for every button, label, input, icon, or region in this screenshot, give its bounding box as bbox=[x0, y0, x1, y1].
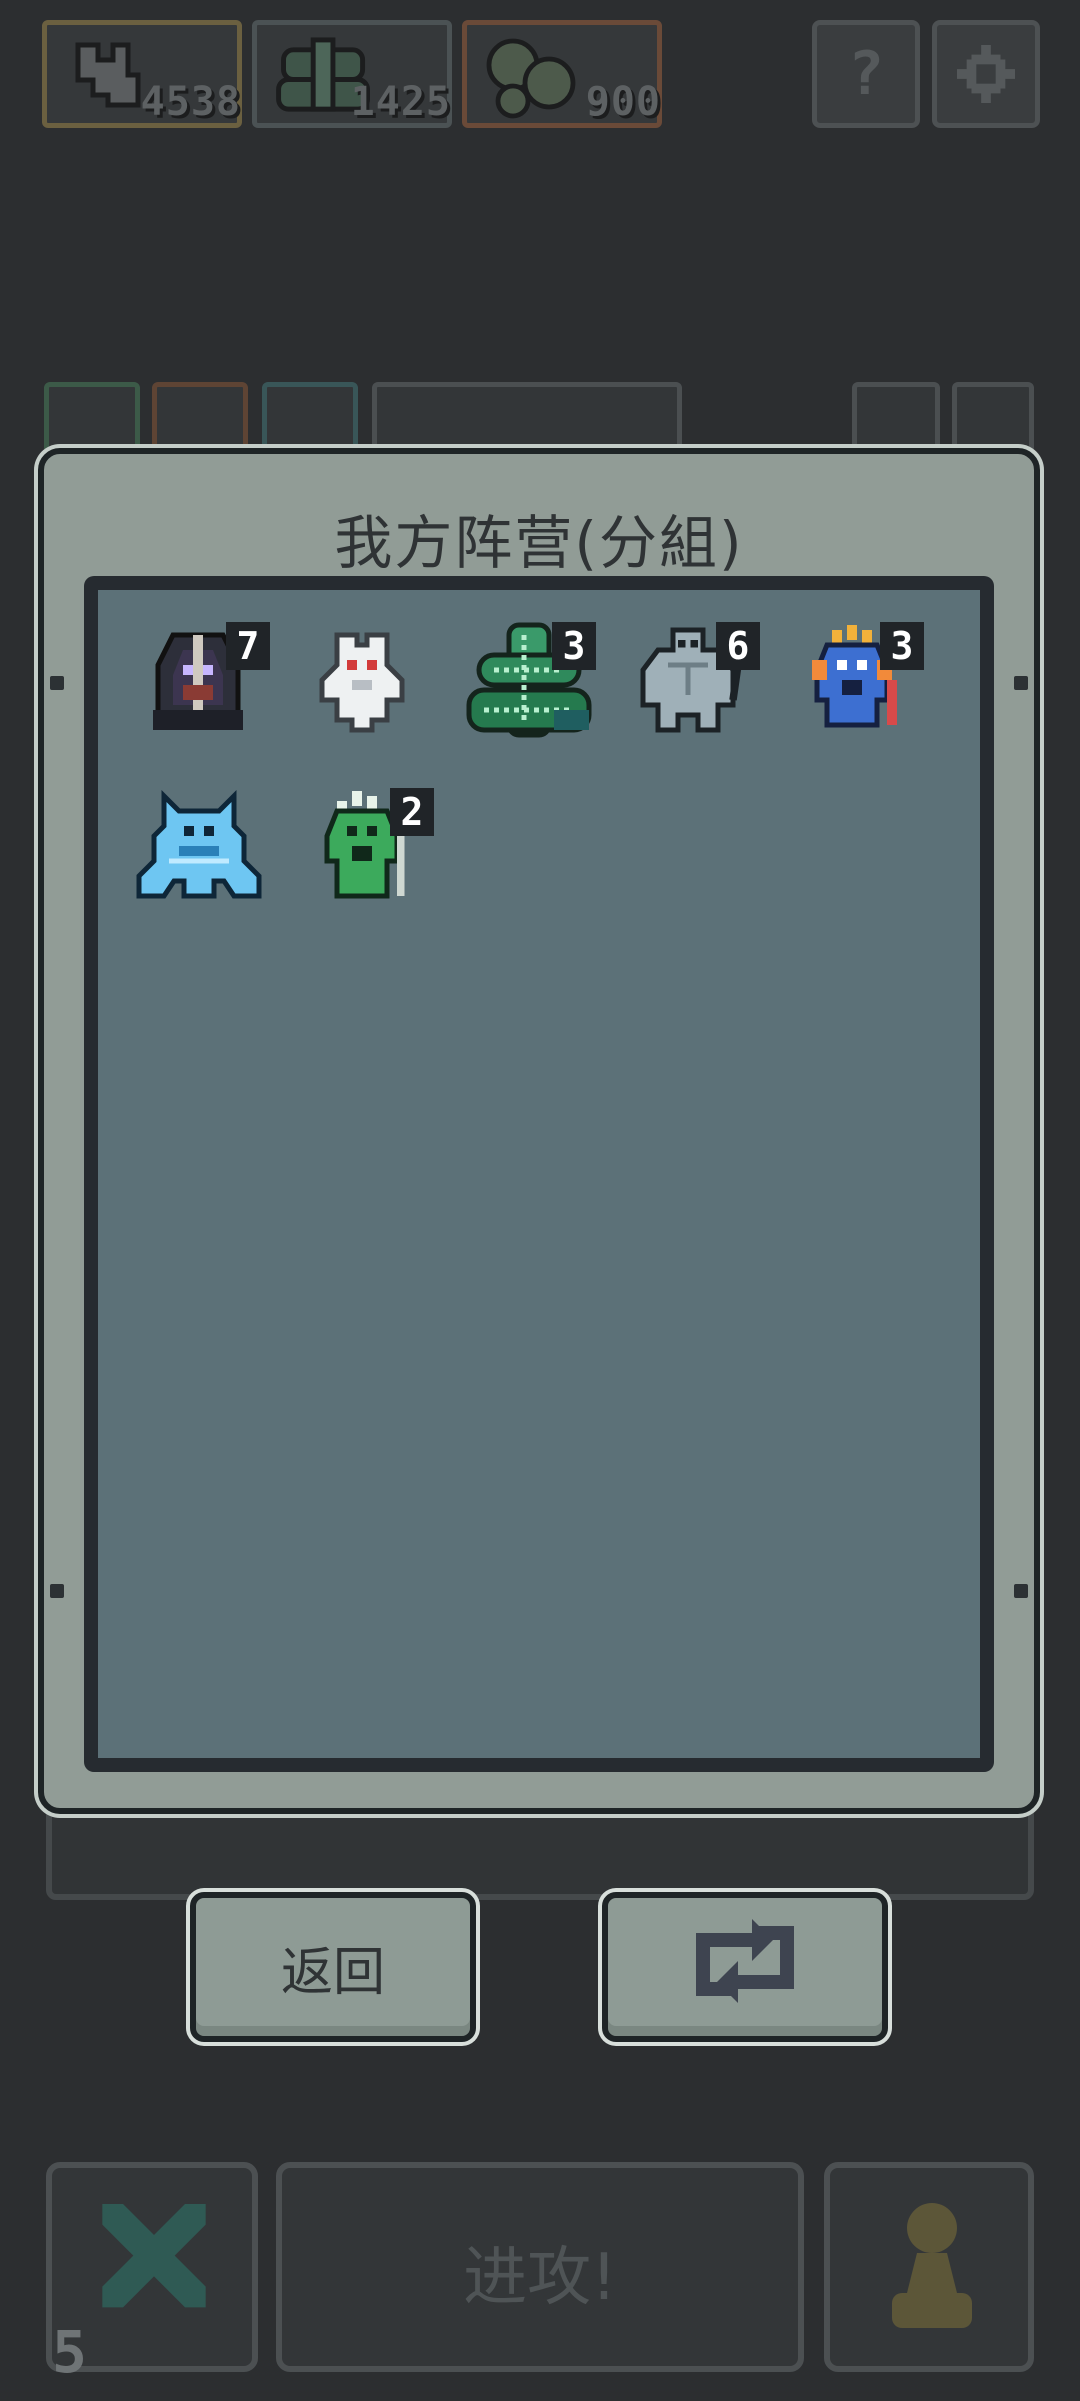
rivet bbox=[1014, 1584, 1028, 1598]
unit-stone-golem[interactable]: 6 bbox=[628, 620, 768, 760]
gear-icon bbox=[957, 45, 1015, 107]
x-icon bbox=[92, 2204, 216, 2332]
cactus-count: 1425 bbox=[350, 79, 451, 125]
unit-green-lizard-shaman[interactable]: 2 bbox=[302, 786, 442, 926]
dialog-title: 我方阵营(分組) bbox=[334, 509, 744, 577]
unit-white-ghost[interactable] bbox=[302, 620, 442, 760]
bg-tab-teal bbox=[262, 382, 358, 454]
pawn-icon bbox=[882, 2198, 982, 2342]
settings-button[interactable] bbox=[932, 20, 1040, 128]
rivet bbox=[50, 676, 64, 690]
unit-count-badge: 7 bbox=[226, 622, 270, 670]
unit-count-badge: 3 bbox=[552, 622, 596, 670]
bg-tab-grey bbox=[372, 382, 682, 454]
unit-green-cactus-snake[interactable]: 3 bbox=[464, 620, 604, 760]
rivet bbox=[50, 1584, 64, 1598]
level-number: 5 bbox=[52, 2318, 87, 2386]
bg-tab-green bbox=[44, 382, 140, 454]
bones-count: 4538 bbox=[140, 79, 241, 125]
bg-tab-undo bbox=[852, 382, 940, 454]
back-button-label: 返回 bbox=[280, 1942, 385, 2003]
slime-count: 900 bbox=[585, 79, 661, 125]
help-button[interactable]: ? bbox=[812, 20, 920, 128]
unit-count-badge: 3 bbox=[880, 622, 924, 670]
resource-cactus: 1425 bbox=[252, 20, 452, 128]
swap-arrows-icon bbox=[689, 1918, 801, 2016]
swap-button[interactable] bbox=[602, 1892, 888, 2042]
unit-blue-fish-warrior[interactable]: 3 bbox=[792, 620, 932, 760]
bg-tab-pawn bbox=[952, 382, 1034, 454]
back-button[interactable]: 返回 bbox=[190, 1892, 476, 2042]
unit-count-badge: 2 bbox=[390, 788, 434, 836]
unit-ice-demon[interactable] bbox=[134, 786, 274, 926]
resource-bones: 4538 bbox=[42, 20, 242, 128]
white-ghost-icon bbox=[319, 632, 405, 733]
resource-slime: 900 bbox=[462, 20, 662, 128]
unit-count-badge: 6 bbox=[716, 622, 760, 670]
unit-hooded-knight[interactable]: 7 bbox=[138, 620, 278, 760]
rivet bbox=[1014, 676, 1028, 690]
ice-demon-icon bbox=[136, 789, 262, 899]
unit-grid: 7 3 6 3 2 bbox=[84, 576, 994, 1772]
bg-tab-orange bbox=[152, 382, 248, 454]
attack-button[interactable]: 进攻! bbox=[276, 2162, 804, 2372]
attack-button-label: 进攻! bbox=[463, 2241, 617, 2315]
help-icon: ? bbox=[847, 39, 885, 109]
pawn-slot bbox=[824, 2162, 1034, 2372]
slime-blob-icon bbox=[483, 35, 579, 123]
bones-icon bbox=[63, 35, 153, 119]
faction-dialog: 我方阵营(分組) 7 3 6 3 2 bbox=[38, 448, 1040, 1814]
